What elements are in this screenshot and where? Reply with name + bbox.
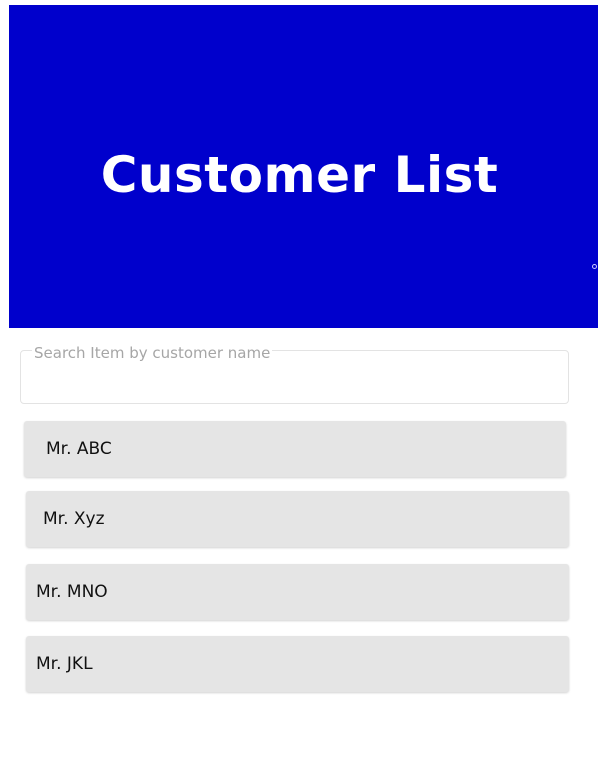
- customer-name: Mr. MNO: [36, 582, 108, 602]
- customer-list-item[interactable]: Mr. JKL: [26, 636, 569, 692]
- customer-list-item[interactable]: Mr. ABC: [24, 421, 566, 477]
- search-input[interactable]: [21, 351, 568, 403]
- customer-name: Mr. Xyz: [43, 509, 105, 529]
- page-title: Customer List: [100, 145, 499, 204]
- customer-list-item[interactable]: Mr. Xyz: [26, 491, 569, 547]
- customer-name: Mr. JKL: [36, 654, 93, 674]
- search-field[interactable]: Search Item by customer name: [20, 344, 569, 404]
- header-banner: Customer List: [9, 5, 598, 328]
- customer-name: Mr. ABC: [46, 439, 112, 459]
- scroll-indicator-dot: [592, 264, 597, 269]
- customer-list-item[interactable]: Mr. MNO: [26, 564, 569, 620]
